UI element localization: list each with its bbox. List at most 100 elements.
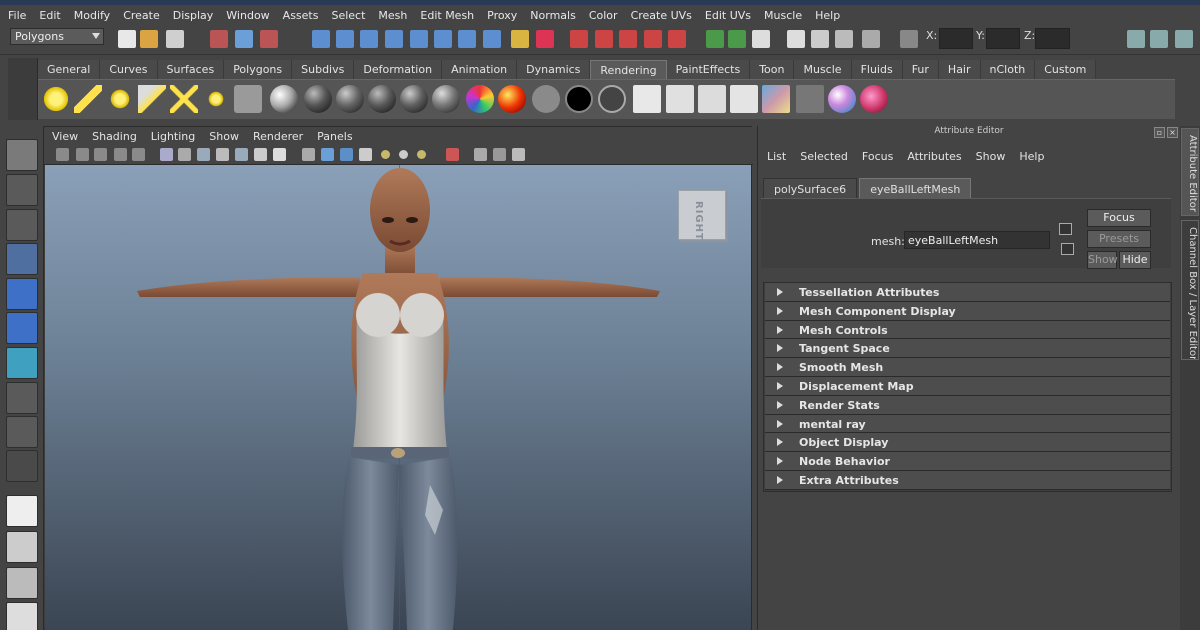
paint-brush-icon[interactable]: [860, 85, 888, 113]
vp-menu-lighting[interactable]: Lighting: [151, 130, 195, 143]
single-perspective-layout-icon[interactable]: [6, 495, 38, 527]
point-light-icon[interactable]: [106, 85, 134, 113]
mesh-name-field[interactable]: eyeBallLeftMesh: [904, 231, 1050, 249]
menu-set-dropdown[interactable]: Polygons: [10, 28, 104, 45]
shader-lambert-icon[interactable]: [270, 85, 298, 113]
universal-manipulator-icon[interactable]: [6, 347, 38, 379]
clapboard-icon[interactable]: [787, 30, 805, 48]
shelf-tab-polygons[interactable]: Polygons: [224, 60, 293, 79]
section-object-display[interactable]: Object Display: [765, 433, 1170, 453]
smooth-shade-icon[interactable]: [321, 148, 334, 161]
menu-normals[interactable]: Normals: [530, 9, 576, 22]
section-displacement-map[interactable]: Displacement Map: [765, 376, 1170, 396]
snap-grid-icon[interactable]: [312, 30, 330, 48]
ae-menu-focus[interactable]: Focus: [862, 150, 893, 163]
input-icon[interactable]: [434, 30, 452, 48]
textured-icon[interactable]: [359, 148, 372, 161]
image-plane-icon[interactable]: [114, 148, 127, 161]
vp-menu-renderer[interactable]: Renderer: [253, 130, 303, 143]
y-input[interactable]: [986, 28, 1020, 49]
ae-menu-help[interactable]: Help: [1019, 150, 1044, 163]
section-render-stats[interactable]: Render Stats: [765, 395, 1170, 415]
section-smooth-mesh[interactable]: Smooth Mesh: [765, 358, 1170, 377]
menu-edit-mesh[interactable]: Edit Mesh: [420, 9, 474, 22]
focus-button[interactable]: Focus: [1087, 209, 1151, 227]
shelf-tab-subdivs[interactable]: Subdivs: [292, 60, 355, 79]
go-to-input-icon[interactable]: [1059, 223, 1072, 235]
shelf-tab-dynamics[interactable]: Dynamics: [517, 60, 591, 79]
safe-title-icon[interactable]: [273, 148, 286, 161]
shelf-tab-rendering[interactable]: Rendering: [590, 60, 667, 79]
menu-file[interactable]: File: [8, 9, 26, 22]
paint-select-tool-icon[interactable]: [6, 209, 38, 241]
section-node-behavior[interactable]: Node Behavior: [765, 452, 1170, 471]
last-tool-icon[interactable]: [6, 450, 38, 482]
vp-menu-view[interactable]: View: [52, 130, 78, 143]
hide-button[interactable]: Hide: [1119, 251, 1151, 269]
hypershade-shelf-icon[interactable]: [762, 85, 790, 113]
menu-mesh[interactable]: Mesh: [378, 9, 407, 22]
menu-create[interactable]: Create: [123, 9, 160, 22]
ipr-icon[interactable]: [728, 30, 746, 48]
clapboard-settings-icon[interactable]: [835, 30, 853, 48]
shader-phong-icon[interactable]: [336, 85, 364, 113]
ambient-light-icon[interactable]: [42, 85, 70, 113]
menu-edit[interactable]: Edit: [39, 9, 60, 22]
bookmark-icon[interactable]: [94, 148, 107, 161]
render-current-icon[interactable]: [706, 30, 724, 48]
two-d-pan-icon[interactable]: [132, 148, 145, 161]
presets-button[interactable]: Presets: [1087, 230, 1151, 248]
shader-surface-icon[interactable]: [432, 85, 460, 113]
shader-phong-e-icon[interactable]: [368, 85, 396, 113]
shader-layered-icon[interactable]: [498, 85, 526, 113]
tool-settings-toggle-icon[interactable]: [1150, 30, 1168, 48]
shelf-tab-animation[interactable]: Animation: [442, 60, 518, 79]
snap-plane-icon[interactable]: [385, 30, 403, 48]
render-clapboard-icon[interactable]: [633, 85, 661, 113]
shelf-tab-custom[interactable]: Custom: [1035, 60, 1097, 79]
tab-eyeballleftmesh[interactable]: eyeBallLeftMesh: [859, 178, 972, 198]
camera-select-icon[interactable]: [56, 148, 69, 161]
section-tessellation[interactable]: Tessellation Attributes: [765, 283, 1170, 302]
menu-muscle[interactable]: Muscle: [764, 9, 802, 22]
scale-tool-icon[interactable]: [6, 312, 38, 344]
shelf-tab-toon[interactable]: Toon: [750, 60, 795, 79]
ae-menu-attributes[interactable]: Attributes: [907, 150, 961, 163]
hud-icon[interactable]: [512, 148, 525, 161]
outliner-layout-icon[interactable]: [6, 567, 38, 599]
shelf-options[interactable]: [8, 58, 38, 120]
lasso-tool-icon[interactable]: [6, 174, 38, 206]
wireframe-icon[interactable]: [302, 148, 315, 161]
rotate-tool-icon[interactable]: [6, 278, 38, 310]
shelf-tab-muscle[interactable]: Muscle: [794, 60, 852, 79]
open-scene-icon[interactable]: [140, 30, 158, 48]
resolution-gate-icon[interactable]: [197, 148, 210, 161]
side-tab-channel-box[interactable]: Channel Box / Layer Editor: [1181, 220, 1199, 360]
camera-attributes-icon[interactable]: [76, 148, 89, 161]
x-input[interactable]: [939, 28, 973, 49]
z-input[interactable]: [1035, 28, 1070, 49]
select-hierarchy-icon[interactable]: [210, 30, 228, 48]
snap-point-icon[interactable]: [360, 30, 378, 48]
menu-color[interactable]: Color: [589, 9, 618, 22]
attribute-editor-toggle-icon[interactable]: [1127, 30, 1145, 48]
shelf-tab-curves[interactable]: Curves: [100, 60, 158, 79]
soft-mod-tool-icon[interactable]: [6, 382, 38, 414]
make-live-icon[interactable]: [410, 30, 428, 48]
hypershade-icon[interactable]: [644, 30, 662, 48]
material-viewer-icon[interactable]: [828, 85, 856, 113]
menu-select[interactable]: Select: [331, 9, 365, 22]
selection-highlight-icon[interactable]: [536, 30, 554, 48]
field-chart-icon[interactable]: [235, 148, 248, 161]
render-checker-icon[interactable]: [730, 85, 758, 113]
select-component-icon[interactable]: [260, 30, 278, 48]
section-mesh-controls[interactable]: Mesh Controls: [765, 320, 1170, 340]
transform-mode-icon[interactable]: [900, 30, 918, 48]
menu-edit-uvs[interactable]: Edit UVs: [705, 9, 751, 22]
shelf-tab-fur[interactable]: Fur: [902, 60, 939, 79]
snap-curve-icon[interactable]: [336, 30, 354, 48]
volume-light-icon[interactable]: [202, 85, 230, 113]
output-icon[interactable]: [458, 30, 476, 48]
menu-assets[interactable]: Assets: [283, 9, 319, 22]
menu-window[interactable]: Window: [226, 9, 269, 22]
